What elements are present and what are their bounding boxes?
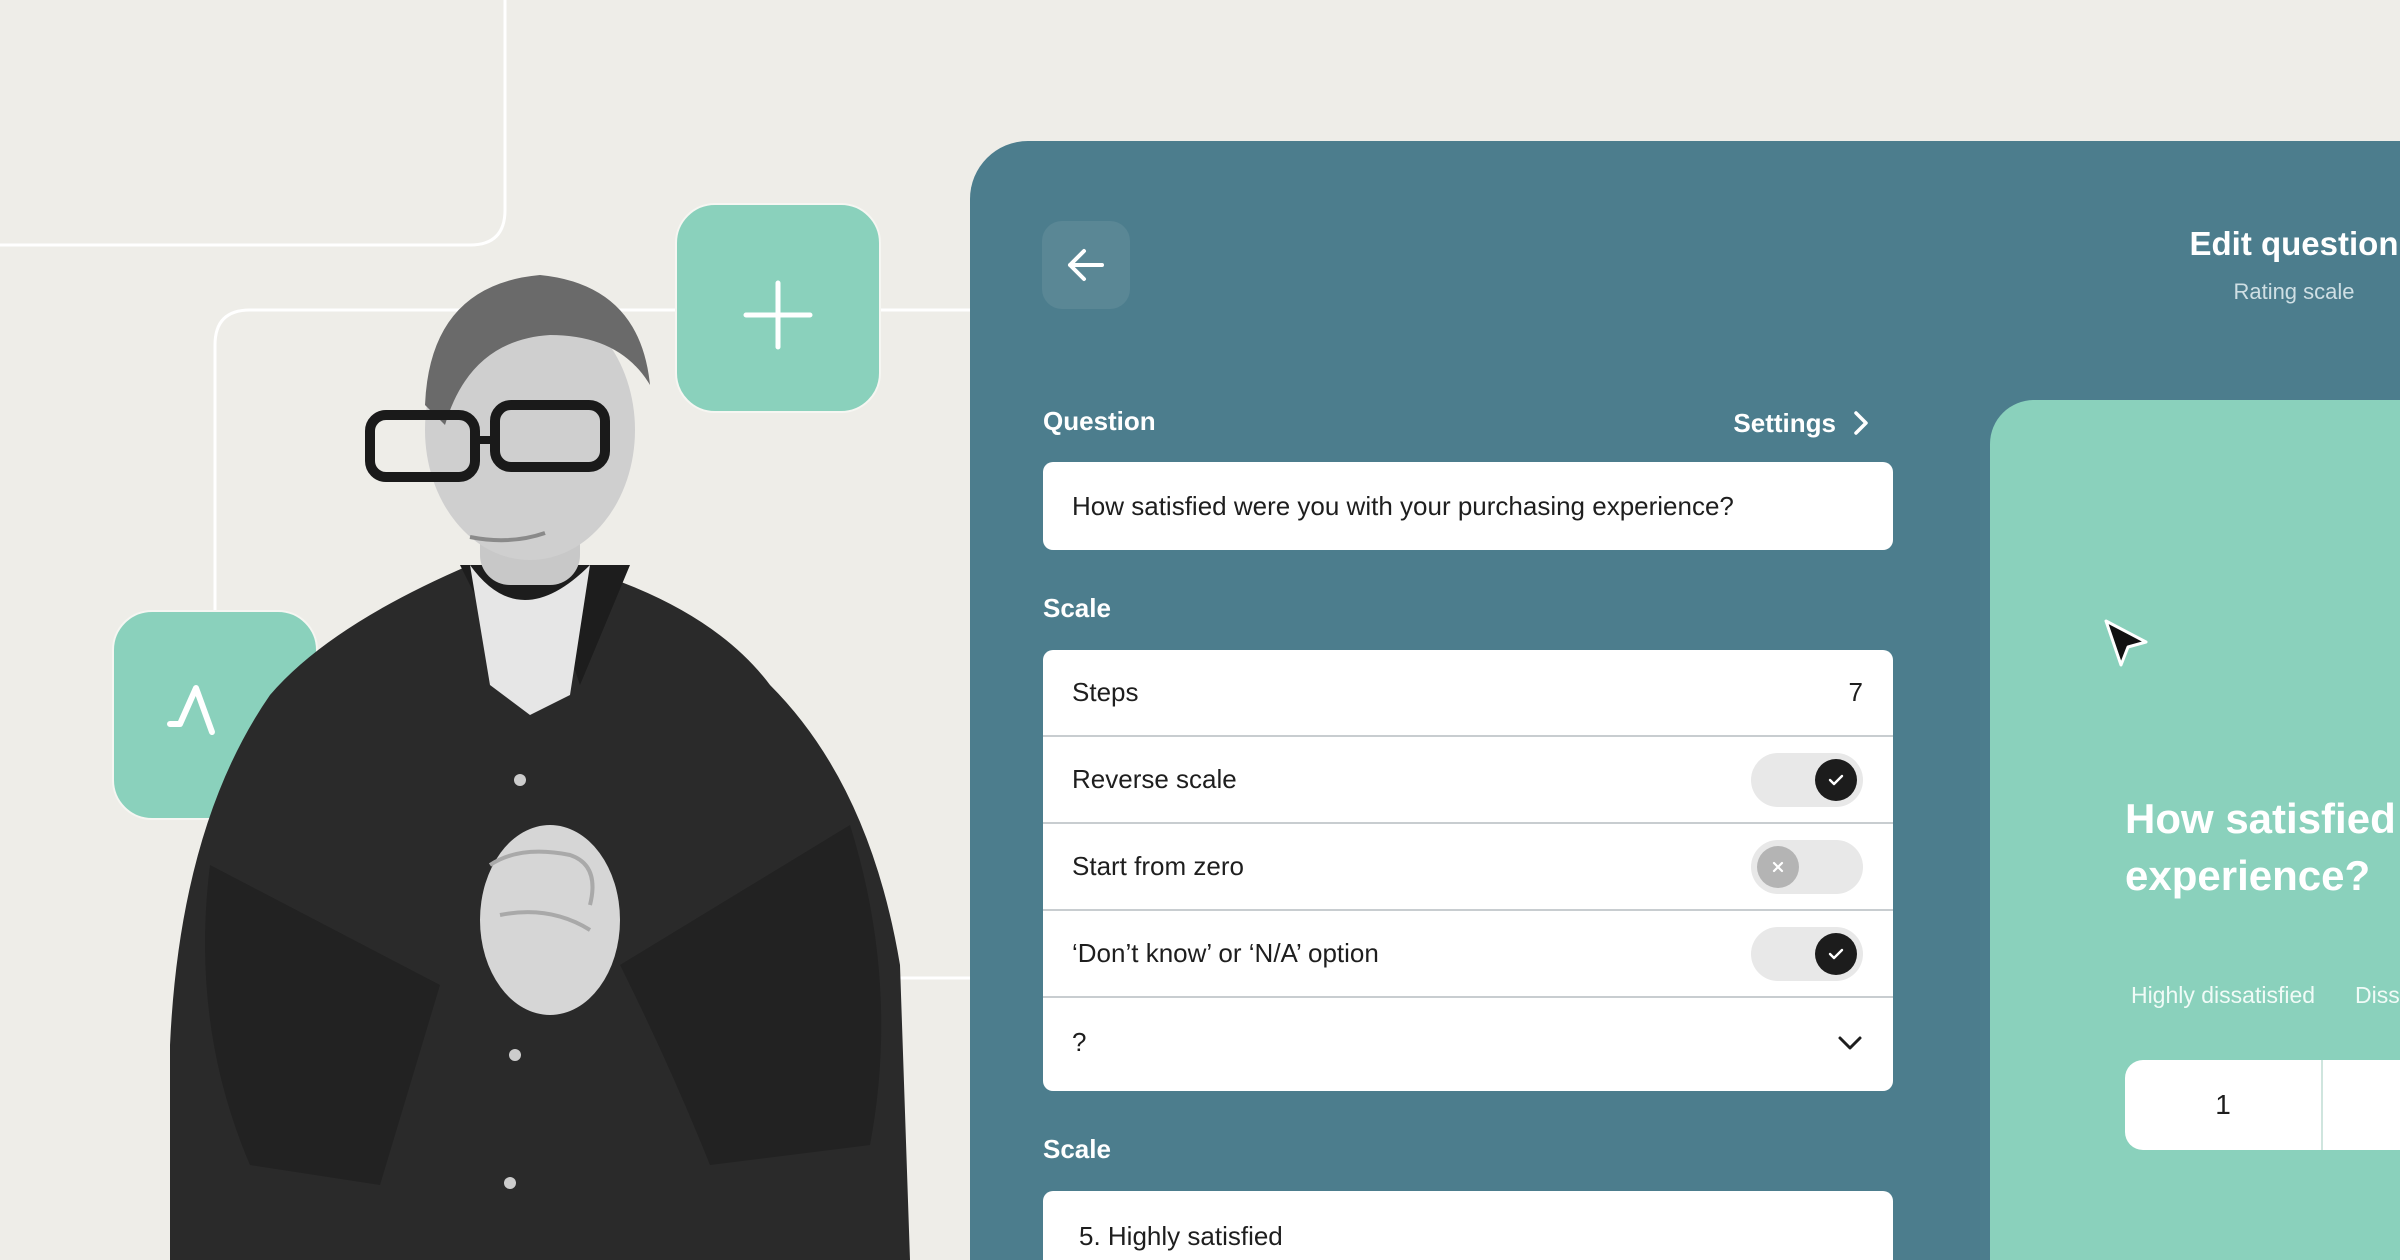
scale-labels-heading: Scale	[1043, 1134, 1111, 1164]
back-arrow-icon	[1068, 249, 1104, 281]
preview-label-next: Diss	[2355, 982, 2400, 1008]
scale-section-label: Scale	[1043, 593, 1111, 623]
preview-scale: 1	[2125, 1060, 2400, 1150]
page-title: Edit question	[2189, 225, 2399, 262]
cursor-icon	[2104, 619, 2148, 667]
start-from-zero-row: Start from zero	[1043, 824, 1893, 911]
start-from-zero-toggle[interactable]	[1751, 839, 1863, 894]
reverse-scale-row: Reverse scale	[1043, 737, 1893, 824]
page-subtitle: Rating scale	[2233, 279, 2355, 304]
scale-label-input[interactable]: 5. Highly satisfied	[1043, 1191, 1893, 1260]
check-icon	[1828, 774, 1844, 785]
na-option-row: ‘Don’t know’ or ‘N/A’ option	[1043, 911, 1893, 998]
question-label: Question	[1043, 406, 1156, 436]
back-button[interactable]	[1042, 221, 1130, 309]
chevron-right-icon	[1854, 411, 1868, 435]
settings-label: Settings	[1733, 407, 1836, 438]
settings-link[interactable]: Settings	[1720, 403, 1870, 443]
preview-scale-option[interactable]: 1	[2125, 1060, 2323, 1150]
preview-question: How satisfied experience?	[2125, 790, 2400, 904]
toggle-knob	[1815, 758, 1857, 801]
x-icon	[1772, 861, 1784, 872]
preview-question-line2: experience?	[2125, 852, 2371, 899]
start-from-zero-label: Start from zero	[1072, 851, 1244, 881]
steps-value: 7	[1848, 677, 1863, 707]
person-photo	[170, 275, 910, 1260]
toggle-knob	[1815, 932, 1857, 975]
preview-question-line1: How satisfied	[2125, 795, 2396, 842]
chevron-down-icon	[1838, 1036, 1862, 1049]
question-input[interactable]: How satisfied were you with your purchas…	[1043, 462, 1893, 550]
preview-label-low: Highly dissatisfied	[2130, 982, 2316, 1008]
na-option-toggle[interactable]	[1751, 926, 1863, 981]
scale-type-dropdown[interactable]: ?	[1043, 998, 1893, 1087]
check-icon	[1828, 948, 1844, 959]
na-option-label: ‘Don’t know’ or ‘N/A’ option	[1072, 938, 1379, 968]
question-preview: How satisfied experience? Highly dissati…	[1990, 400, 2400, 1260]
reverse-scale-toggle[interactable]	[1751, 752, 1863, 807]
steps-label: Steps	[1072, 677, 1139, 707]
steps-row[interactable]: Steps 7	[1043, 650, 1893, 737]
reverse-scale-label: Reverse scale	[1072, 764, 1237, 794]
preview-scale-option[interactable]	[2323, 1060, 2400, 1150]
scale-options-list: Steps 7 Reverse scale Start from zero ‘D…	[1043, 650, 1893, 1091]
toggle-knob	[1757, 845, 1799, 888]
dropdown-value: ?	[1072, 1027, 1087, 1057]
